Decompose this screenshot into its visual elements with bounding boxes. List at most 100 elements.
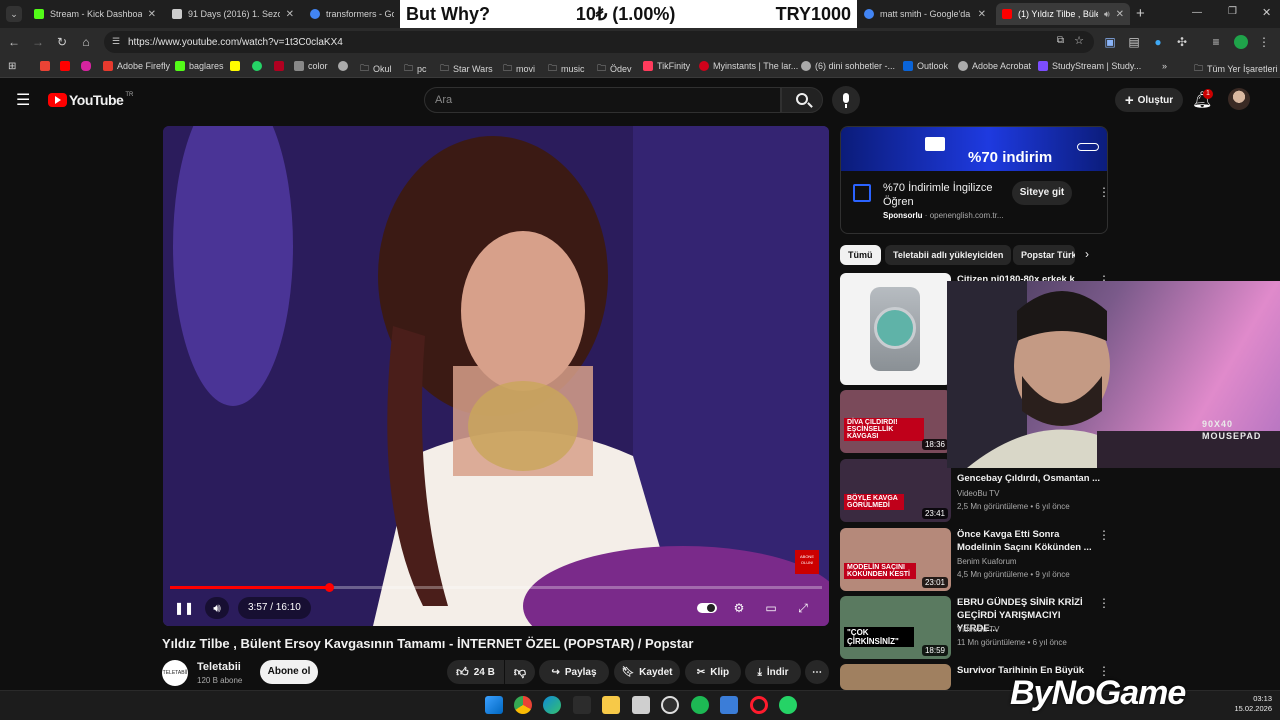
whatsapp-icon[interactable] [779,696,797,714]
tab-youtube-active[interactable]: (1) Yıldız Tilbe , Bülent 🔊︎ ✕ [996,3,1130,25]
related-menu-kebab-icon[interactable]: ⋮ [1098,528,1110,542]
related-thumbnail[interactable]: DİVA ÇILDIRDI! EŞCİNSELLİK KAVGASI 18:36 [840,390,951,453]
forward-arrow-icon[interactable]: → [30,34,46,50]
file-explorer-icon[interactable] [602,696,620,714]
youtube-logo[interactable]: YouTube TR [48,92,133,108]
theater-mode-icon[interactable]: ▭ [759,597,783,619]
apps-grid-icon[interactable]: ⊞ [8,61,16,72]
bookmark-star-icon[interactable]: ☆ [1074,34,1084,47]
bookmark-color[interactable]: color [294,61,328,71]
install-app-icon[interactable]: ⧉ [1057,35,1064,46]
opera-icon[interactable] [750,696,768,714]
bookmark-globe[interactable] [338,61,352,71]
video-progress-bar[interactable] [170,586,822,589]
reload-icon[interactable]: ↻ [54,34,70,50]
tab-transformers-google[interactable]: transformers - Google [304,3,400,25]
all-bookmarks-folder[interactable]: 🗀 Tüm Yer İşaretleri [1194,61,1278,77]
related-thumbnail[interactable] [840,664,951,690]
chips-next-chevron-icon[interactable]: › [1085,247,1089,261]
tab-matt-smith-google[interactable]: matt smith - Google'da A ✕ [858,3,992,25]
restore-button[interactable]: ❐ [1228,6,1237,17]
channel-avatar[interactable]: TELETABİİ [162,660,188,686]
app-icon[interactable] [720,696,738,714]
profile-avatar[interactable] [1234,35,1248,49]
extensions-puzzle-icon[interactable]: ✣ [1174,34,1190,50]
spotify-icon[interactable] [691,696,709,714]
fullscreen-icon[interactable]: ⤢ [791,597,815,619]
bookmark-folder-pc[interactable]: 🗀 pc [404,61,427,77]
scrubber-handle[interactable] [325,583,335,592]
search-button[interactable] [781,87,823,113]
dislike-button[interactable]: 👎︎ [505,660,535,684]
tab-list-chevron-icon[interactable]: ⌄ [6,6,22,22]
volume-icon[interactable]: 🔊︎ [205,597,229,619]
chip-popstar[interactable]: Popstar Türk [1013,245,1075,265]
related-thumbnail[interactable]: MODELİN SAÇINI KÖKÜNDEN KESTİ 23:01 [840,528,951,591]
related-title[interactable]: Önce Kavga Etti Sonra Modelinin Saçını K… [957,528,1092,554]
search-input[interactable]: Ara [424,87,781,113]
related-channel[interactable]: VideoBu TV [957,489,999,498]
bookmark-adobe-firefly[interactable]: Adobe Firefly [103,61,170,71]
bookmark-dini-sohbetler[interactable]: (6) dini sohbetler -... [801,61,895,71]
related-channel[interactable]: VideoBu TV [957,625,999,634]
tab-kick-dashboard[interactable]: Stream - Kick Dashboard ✕ [28,3,162,25]
download-button[interactable]: ⤓ İndir [745,660,801,684]
bookmark-folder-movi[interactable]: 🗀 movi [503,61,535,77]
pause-icon[interactable]: ❚❚ [172,597,196,619]
bookmark-baglares[interactable]: baglares [175,61,224,71]
related-thumbnail[interactable]: "ÇOK ÇİRKİNSİNİZ" 18:59 [840,596,951,659]
channel-watermark[interactable]: ABONE OLUN! [795,550,819,574]
bookmark-folder-star-wars[interactable]: 🗀 Star Wars [440,61,493,77]
home-icon[interactable]: ⌂ [78,34,94,50]
edge-icon[interactable] [543,696,561,714]
system-clock[interactable]: 03:13 15.02.2026 [1224,694,1272,714]
bookmark-folder-okul[interactable]: 🗀 Okul [360,61,392,77]
account-avatar[interactable] [1228,88,1250,110]
media-controls-icon[interactable]: ≡ [1208,34,1224,50]
translate-extension-icon[interactable]: ▣ [1102,34,1118,50]
visit-site-button[interactable]: Siteye git [1012,181,1072,205]
bookmark-studystream[interactable]: StudyStream | Study... [1038,61,1141,71]
bookmark-whatsapp[interactable] [252,61,266,71]
more-actions-button[interactable]: ⋯ [805,660,829,684]
subscribe-button[interactable]: Abone ol [260,660,318,684]
store-icon[interactable] [573,696,591,714]
autoplay-toggle[interactable] [695,597,719,619]
ad-title[interactable]: %70 İndirimle İngilizce Öğren [883,181,1003,209]
related-thumbnail[interactable]: BÖYLE KAVGA GÖRÜLMEDİ 23:41 [840,459,951,522]
bookmark-myinstants[interactable]: Myinstants | The lar... [699,61,798,71]
obs-icon[interactable] [661,696,679,714]
new-tab-button[interactable]: + [1136,5,1145,22]
related-channel[interactable]: Benim Kuaforum [957,557,1017,566]
voice-search-button[interactable] [832,86,860,114]
extension-icon[interactable]: ▤ [1126,34,1142,50]
create-button[interactable]: + Oluştur [1115,88,1183,112]
speaker-icon[interactable]: 🔊︎ [1104,9,1110,20]
bookmark-folder-odev[interactable]: 🗀 Ödev [597,61,632,77]
bookmark-tikfinity[interactable]: TikFinity [643,61,690,71]
menu-kebab-icon[interactable]: ⋮ [1256,34,1272,50]
settings-gear-icon[interactable]: ⚙ [727,597,751,619]
clip-button[interactable]: ✂ Klip [685,660,741,684]
windows-start-icon[interactable] [485,696,503,714]
back-arrow-icon[interactable]: ← [6,34,22,50]
chip-from-uploader[interactable]: Teletabii adlı yükleyiciden [885,245,1012,265]
bookmark-gmail[interactable] [40,61,54,71]
bookmark-app[interactable] [274,61,288,71]
hamburger-menu-icon[interactable]: ☰ [16,90,30,110]
tab-91-days[interactable]: 91 Days (2016) 1. Sezon ✕ [166,3,300,25]
close-icon[interactable]: ✕ [978,9,986,20]
bookmarks-overflow-button[interactable]: » [1162,61,1167,71]
bookmark-instagram[interactable] [81,61,95,71]
bookmark-snapchat[interactable] [230,61,244,71]
vpn-extension-icon[interactable]: ● [1150,34,1166,50]
bookmark-adobe-acrobat[interactable]: Adobe Acrobat [958,61,1031,71]
related-title[interactable]: Gencebay Çıldırdı, Osmantan ... [957,472,1100,485]
bookmark-youtube[interactable] [60,61,74,71]
address-bar[interactable]: ☰ https://www.youtube.com/watch?v=1t3C0c… [104,31,1094,53]
minimize-button[interactable]: — [1192,7,1202,18]
bookmark-outlook[interactable]: Outlook [903,61,948,71]
chip-all[interactable]: Tümü [840,245,881,265]
close-window-button[interactable]: ✕ [1262,6,1271,19]
close-icon[interactable]: ✕ [148,9,156,20]
